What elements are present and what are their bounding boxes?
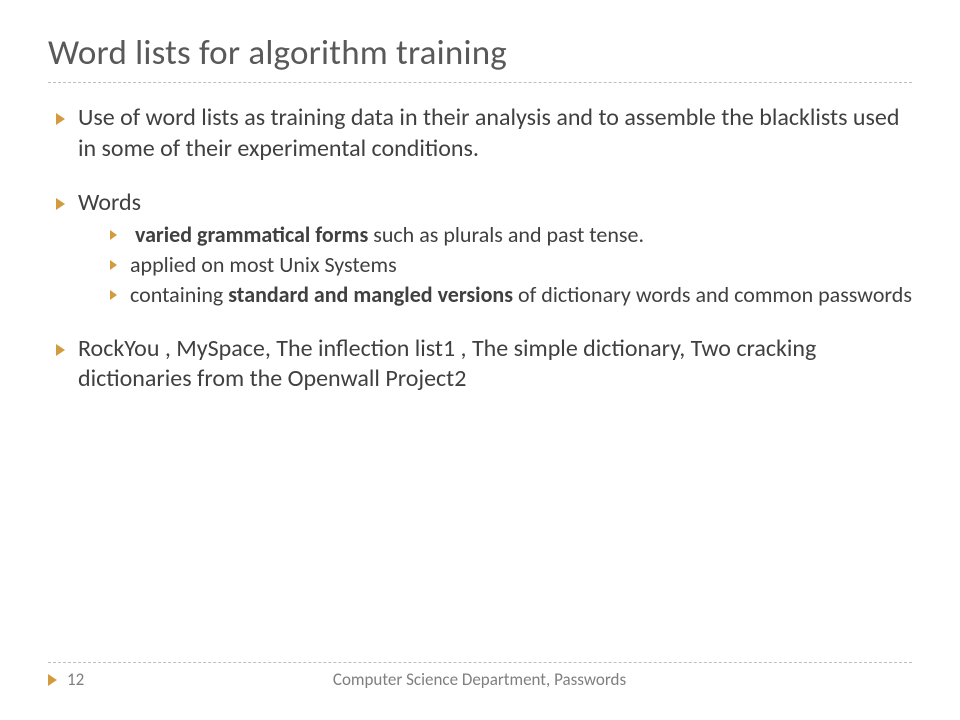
bullet-text: RockYou , MySpace, The inflection list1 … — [78, 334, 816, 394]
bullet-text: Words — [78, 188, 141, 217]
plain-text: containing — [130, 281, 228, 308]
bold-text: varied grammatical forms — [135, 221, 368, 248]
sub-bullet-item: containing standard and mangled versions… — [108, 281, 912, 309]
sub-bullet-item: applied on most Unix Systems — [108, 251, 912, 279]
title-divider — [48, 82, 912, 83]
footer-text: Computer Science Department, Passwords — [47, 669, 912, 690]
bullet-item: RockYou , MySpace, The inflection list1 … — [52, 334, 912, 395]
plain-text: such as plurals and past tense. — [368, 221, 644, 248]
bullet-item: Use of word lists as training data in th… — [52, 103, 912, 164]
bullet-text: Use of word lists as training data in th… — [78, 103, 899, 163]
slide-footer: 12 Computer Science Department, Password… — [0, 662, 960, 690]
plain-text: of dictionary words and common passwords — [513, 281, 912, 308]
slide: Word lists for algorithm training Use of… — [0, 0, 960, 720]
bold-text: standard and mangled versions — [228, 281, 513, 308]
bullet-item: Words varied grammatical forms such as p… — [52, 188, 912, 309]
plain-text: applied on most Unix Systems — [130, 251, 397, 278]
slide-body: Use of word lists as training data in th… — [48, 103, 912, 395]
slide-title: Word lists for algorithm training — [48, 32, 912, 74]
sub-bullet-item: varied grammatical forms such as plurals… — [108, 221, 912, 249]
footer-divider — [48, 662, 912, 663]
footer-row: 12 Computer Science Department, Password… — [48, 669, 912, 690]
